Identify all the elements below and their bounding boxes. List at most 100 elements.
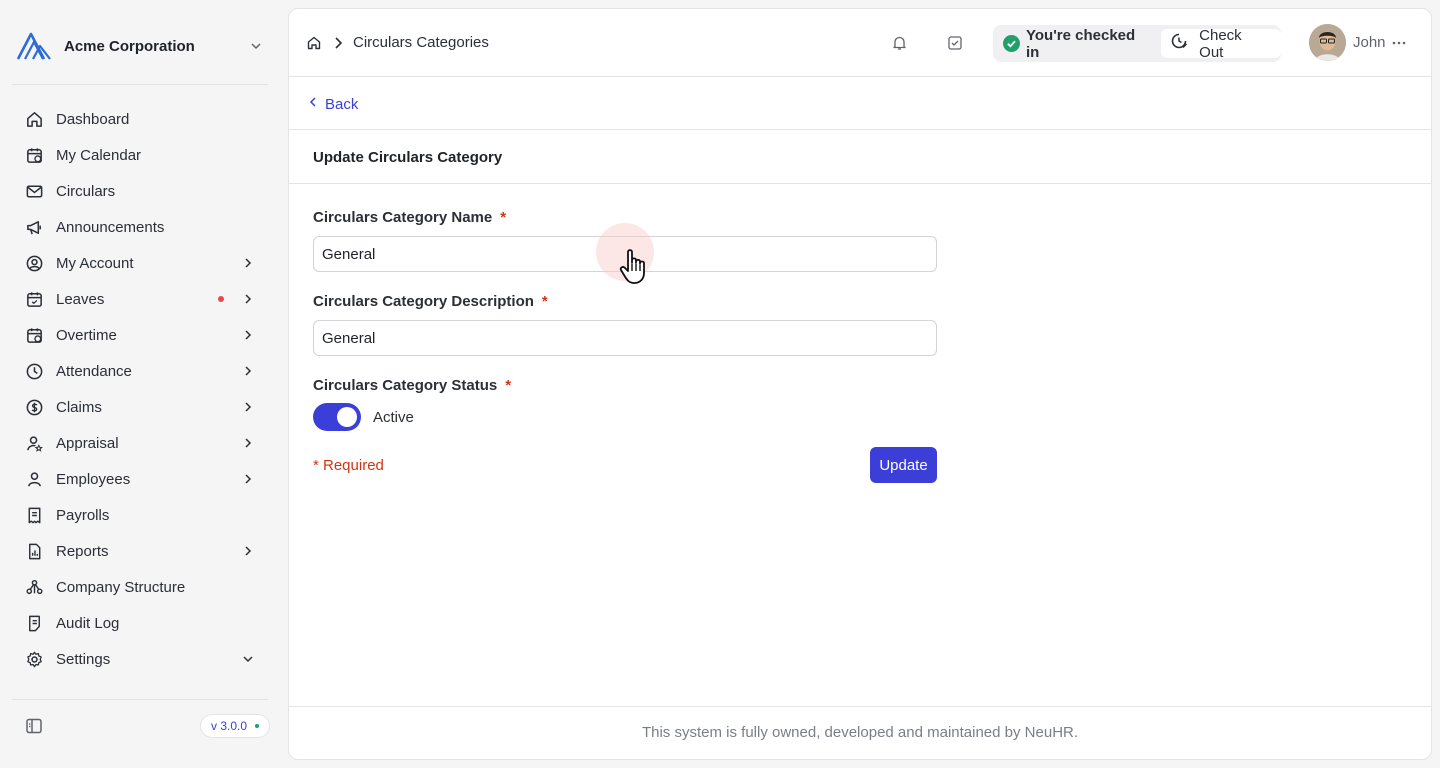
- notification-dot: [218, 296, 224, 302]
- home-icon: [24, 109, 44, 129]
- status-label-text: Circulars Category Status: [313, 377, 498, 394]
- check-out-button[interactable]: Check Out: [1161, 26, 1281, 61]
- description-label-text: Circulars Category Description: [313, 293, 534, 310]
- toggle-knob: [337, 407, 357, 427]
- update-button[interactable]: Update: [870, 447, 937, 483]
- calendar-clock-icon: [24, 325, 44, 345]
- gear-icon: [24, 649, 44, 669]
- top-bar: Circulars Categories You're checked in C…: [289, 9, 1431, 77]
- sidebar-item-employees[interactable]: Employees: [12, 461, 268, 497]
- dollar-circle-icon: [24, 397, 44, 417]
- hierarchy-icon: [24, 577, 44, 597]
- required-asterisk: *: [505, 377, 512, 394]
- back-label: Back: [325, 95, 359, 113]
- user-star-icon: [24, 433, 44, 453]
- file-chart-icon: [24, 541, 44, 561]
- sidebar-item-label: Appraisal: [56, 434, 119, 452]
- sidebar-item-label: Company Structure: [56, 578, 186, 596]
- status-field-label: Circulars Category Status *: [313, 377, 511, 394]
- chevron-right-icon: [240, 471, 256, 487]
- chevron-right-icon: [240, 255, 256, 271]
- sidebar-item-label: Claims: [56, 398, 102, 416]
- chevron-left-icon: [309, 95, 317, 113]
- title-row: Update Circulars Category: [289, 131, 1431, 184]
- check-out-label: Check Out: [1199, 26, 1242, 61]
- sidebar-item-label: Audit Log: [56, 614, 120, 632]
- home-icon[interactable]: [305, 34, 323, 52]
- version-badge: v 3.0.0: [200, 714, 271, 738]
- sidebar-item-attendance[interactable]: Attendance: [12, 353, 268, 389]
- sidebar-item-circulars[interactable]: Circulars: [12, 173, 268, 209]
- sidebar-item-label: Employees: [56, 470, 131, 488]
- sidebar-item-my-calendar[interactable]: My Calendar: [12, 137, 268, 173]
- calendar-icon: [24, 145, 44, 165]
- sidebar-item-label: Circulars: [56, 182, 116, 200]
- sidebar-item-settings[interactable]: Settings: [12, 641, 268, 677]
- sidebar-item-label: Payrolls: [56, 506, 110, 524]
- chevron-right-icon: [240, 327, 256, 343]
- breadcrumb-current[interactable]: Circulars Categories: [353, 34, 489, 51]
- megaphone-icon: [24, 217, 44, 237]
- attendance-widget: You're checked in Check Out: [993, 25, 1281, 62]
- sidebar-item-label: Reports: [56, 542, 109, 560]
- sidebar-item-audit-log[interactable]: Audit Log: [12, 605, 268, 641]
- bell-icon[interactable]: [890, 34, 908, 52]
- hand-cursor-icon: [618, 247, 652, 287]
- sidebar-divider: [12, 699, 268, 700]
- chevron-down-icon: [240, 651, 256, 667]
- sidebar-item-appraisal[interactable]: Appraisal: [12, 425, 268, 461]
- sidebar-item-company-structure[interactable]: Company Structure: [12, 569, 268, 605]
- sidebar-divider: [12, 84, 268, 85]
- back-row: Back: [289, 78, 1431, 130]
- sidebar-item-claims[interactable]: Claims: [12, 389, 268, 425]
- task-check-icon[interactable]: [946, 34, 964, 52]
- status-dot: [255, 724, 260, 728]
- user-icon: [24, 469, 44, 489]
- chevron-right-icon: [331, 35, 345, 51]
- sidebar-item-label: Attendance: [56, 362, 132, 380]
- sidebar-nav: Dashboard My Calendar Circulars Announce…: [12, 101, 268, 677]
- chevron-right-icon: [240, 291, 256, 307]
- avatar[interactable]: [1309, 24, 1346, 61]
- company-switcher[interactable]: Acme Corporation: [16, 30, 270, 62]
- version-text: v 3.0.0: [211, 719, 248, 733]
- user-name[interactable]: John: [1353, 34, 1386, 51]
- chevron-right-icon: [240, 543, 256, 559]
- sidebar-item-label: Overtime: [56, 326, 117, 344]
- back-link[interactable]: Back: [309, 95, 358, 113]
- user-circle-icon: [24, 253, 44, 273]
- chevron-right-icon: [240, 363, 256, 379]
- name-label-text: Circulars Category Name: [313, 209, 493, 226]
- calendar-check-icon: [24, 289, 44, 309]
- company-logo-icon: [16, 31, 52, 61]
- page-title: Update Circulars Category: [313, 149, 503, 166]
- company-name: Acme Corporation: [64, 37, 195, 55]
- sidebar-item-label: Dashboard: [56, 110, 130, 128]
- chevron-right-icon: [240, 399, 256, 415]
- sidebar-toggle-icon[interactable]: [24, 716, 44, 736]
- sidebar-item-overtime[interactable]: Overtime: [12, 317, 268, 353]
- main-panel: Circulars Categories You're checked in C…: [288, 8, 1432, 760]
- sidebar-item-label: Settings: [56, 650, 111, 668]
- mail-icon: [24, 181, 44, 201]
- status-toggle[interactable]: [313, 403, 361, 431]
- sidebar-item-payrolls[interactable]: Payrolls: [12, 497, 268, 533]
- status-toggle-label: Active: [373, 409, 414, 426]
- category-description-input[interactable]: [313, 320, 937, 356]
- footer-text: This system is fully owned, developed an…: [641, 724, 1079, 741]
- sidebar-item-label: My Calendar: [56, 146, 142, 164]
- sidebar-item-label: My Account: [56, 254, 134, 272]
- sidebar-item-leaves[interactable]: Leaves: [12, 281, 268, 317]
- sidebar: Acme Corporation Dashboard My Calendar C…: [0, 0, 280, 768]
- chevron-right-icon: [240, 435, 256, 451]
- chevron-down-icon: [248, 38, 264, 54]
- more-horizontal-icon[interactable]: [1391, 33, 1407, 53]
- checkin-status: You're checked in: [993, 27, 1151, 61]
- sidebar-item-announcements[interactable]: Announcements: [12, 209, 268, 245]
- sidebar-item-dashboard[interactable]: Dashboard: [12, 101, 268, 137]
- sidebar-item-reports[interactable]: Reports: [12, 533, 268, 569]
- sidebar-item-my-account[interactable]: My Account: [12, 245, 268, 281]
- clock-out-icon: [1169, 31, 1189, 56]
- checkin-status-text: You're checked in: [1026, 26, 1136, 61]
- check-circle-icon: [1003, 35, 1020, 52]
